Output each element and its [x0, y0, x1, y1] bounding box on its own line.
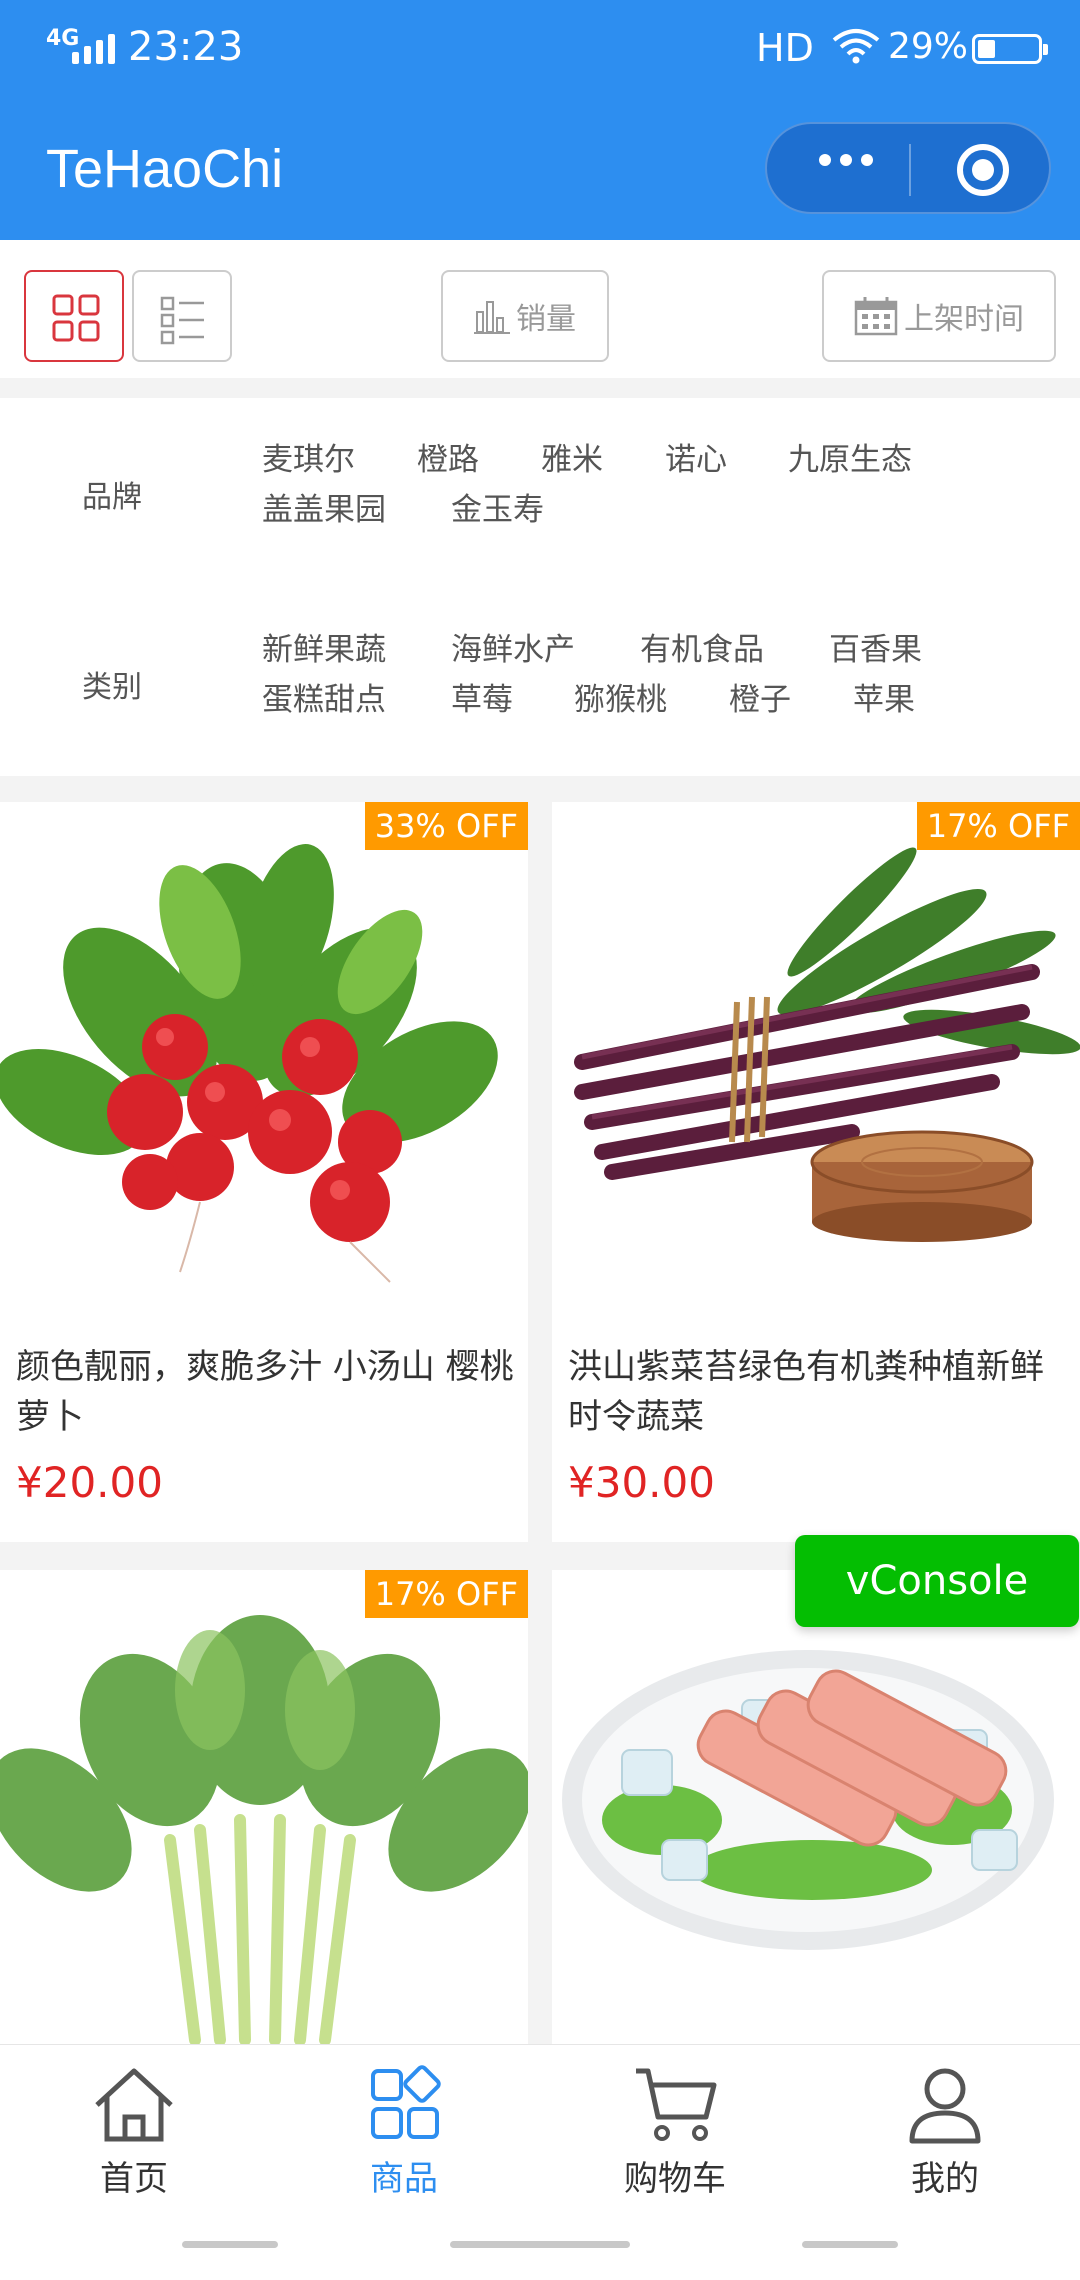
discount-badge: 33% OFF	[364, 802, 528, 850]
tab-profile[interactable]: 我的	[845, 2065, 1045, 2200]
brand-item[interactable]: 橙路	[417, 434, 479, 479]
product-image	[552, 802, 1080, 1322]
tab-products[interactable]: 商品	[304, 2065, 504, 2200]
sort-sales-label: 销量	[516, 302, 576, 337]
brand-item[interactable]: 雅米	[541, 434, 603, 479]
discount-badge: 17% OFF	[364, 1570, 528, 1618]
brand-item[interactable]: 金玉寿	[451, 484, 544, 529]
divider	[0, 776, 1080, 802]
top-bar: 4G 23:23 HD 29% TeHaoChi	[0, 0, 1080, 240]
calendar-icon	[854, 297, 898, 336]
product-image	[552, 1570, 1080, 2044]
category-item[interactable]: 猕猴桃	[574, 674, 667, 719]
more-icon[interactable]	[819, 154, 873, 166]
gesture-bar-recent[interactable]	[802, 2241, 898, 2248]
tab-label: 购物车	[624, 2159, 726, 2199]
bar-chart-icon	[474, 301, 510, 334]
hd-indicator: HD	[756, 26, 814, 70]
category-item[interactable]: 蛋糕甜点	[262, 674, 386, 719]
mini-program-capsule	[765, 122, 1051, 214]
home-icon	[95, 2068, 173, 2142]
divider	[0, 378, 1080, 398]
list-icon	[160, 296, 204, 345]
close-target-icon[interactable]	[957, 144, 1009, 196]
product-card[interactable]: 33% OFF 颜色靓丽，爽脆多汁 小汤山 樱桃萝卜 ¥20.00	[0, 802, 528, 1542]
brand-item[interactable]: 九原生态	[788, 434, 912, 479]
brand-label: 品牌	[82, 480, 142, 515]
tab-label: 商品	[370, 2159, 438, 2199]
vconsole-button[interactable]: vConsole	[795, 1535, 1079, 1627]
tab-home[interactable]: 首页	[34, 2065, 234, 2200]
product-card[interactable]: 17% OFF	[0, 1570, 528, 2044]
page-title: TeHaoChi	[46, 139, 284, 199]
sort-by-date-button[interactable]: 上架时间	[822, 270, 1056, 362]
sort-by-sales-button[interactable]: 销量	[441, 270, 609, 362]
sort-toolbar: 销量 价格 ↑ 上架时间	[0, 240, 1080, 988]
filter-panel: 品牌 麦琪尔 橙路 雅米 诺心 九原生态 盖盖果园 金玉寿 类别 新鲜果蔬 海鲜…	[0, 398, 1080, 776]
category-item[interactable]: 新鲜果蔬	[262, 624, 386, 669]
category-item[interactable]: 苹果	[853, 674, 915, 719]
product-image	[0, 1570, 528, 2044]
category-item[interactable]: 百香果	[829, 624, 922, 669]
user-icon	[909, 2068, 981, 2144]
product-card[interactable]: 17% OFF 洪山紫菜苔绿色有机粪种植新鲜时令蔬菜 ¥30.00	[552, 802, 1080, 1542]
category-item[interactable]: 海鲜水产	[451, 624, 575, 669]
category-item[interactable]: 草莓	[451, 674, 513, 719]
discount-badge: 17% OFF	[916, 802, 1080, 850]
product-price: ¥30.00	[568, 1458, 715, 1507]
tab-label: 首页	[100, 2159, 168, 2199]
category-item[interactable]: 橙子	[729, 674, 791, 719]
brand-item[interactable]: 盖盖果园	[262, 484, 386, 529]
cart-icon	[636, 2068, 717, 2141]
signal-icon	[72, 30, 115, 64]
product-image	[0, 802, 528, 1322]
list-view-button[interactable]	[132, 270, 232, 362]
grid-view-button[interactable]	[24, 270, 124, 362]
product-card[interactable]	[552, 1570, 1080, 2044]
sort-date-label: 上架时间	[904, 302, 1024, 337]
gesture-bar-back[interactable]	[182, 2241, 278, 2248]
product-name: 洪山紫菜苔绿色有机粪种植新鲜时令蔬菜	[568, 1347, 1044, 1437]
category-icon	[371, 2065, 441, 2139]
status-bar: 4G 23:23 HD 29%	[0, 0, 1080, 100]
battery-percent: 29%	[888, 26, 969, 67]
gesture-bar-home[interactable]	[450, 2241, 630, 2248]
product-name: 颜色靓丽，爽脆多汁 小汤山 樱桃萝卜	[16, 1347, 514, 1437]
capsule-divider	[909, 144, 911, 196]
grid-icon	[52, 294, 100, 342]
brand-item[interactable]: 麦琪尔	[262, 434, 355, 479]
tab-bar: 首页 商品 购物车 我的	[0, 2044, 1080, 2280]
clock: 23:23	[128, 24, 244, 70]
tab-label: 我的	[911, 2159, 979, 2199]
category-label: 类别	[82, 670, 142, 705]
tab-cart[interactable]: 购物车	[575, 2065, 775, 2200]
product-price: ¥20.00	[16, 1458, 163, 1507]
category-item[interactable]: 有机食品	[640, 624, 764, 669]
wifi-icon	[832, 29, 880, 64]
battery-icon	[972, 34, 1048, 64]
brand-item[interactable]: 诺心	[665, 434, 727, 479]
